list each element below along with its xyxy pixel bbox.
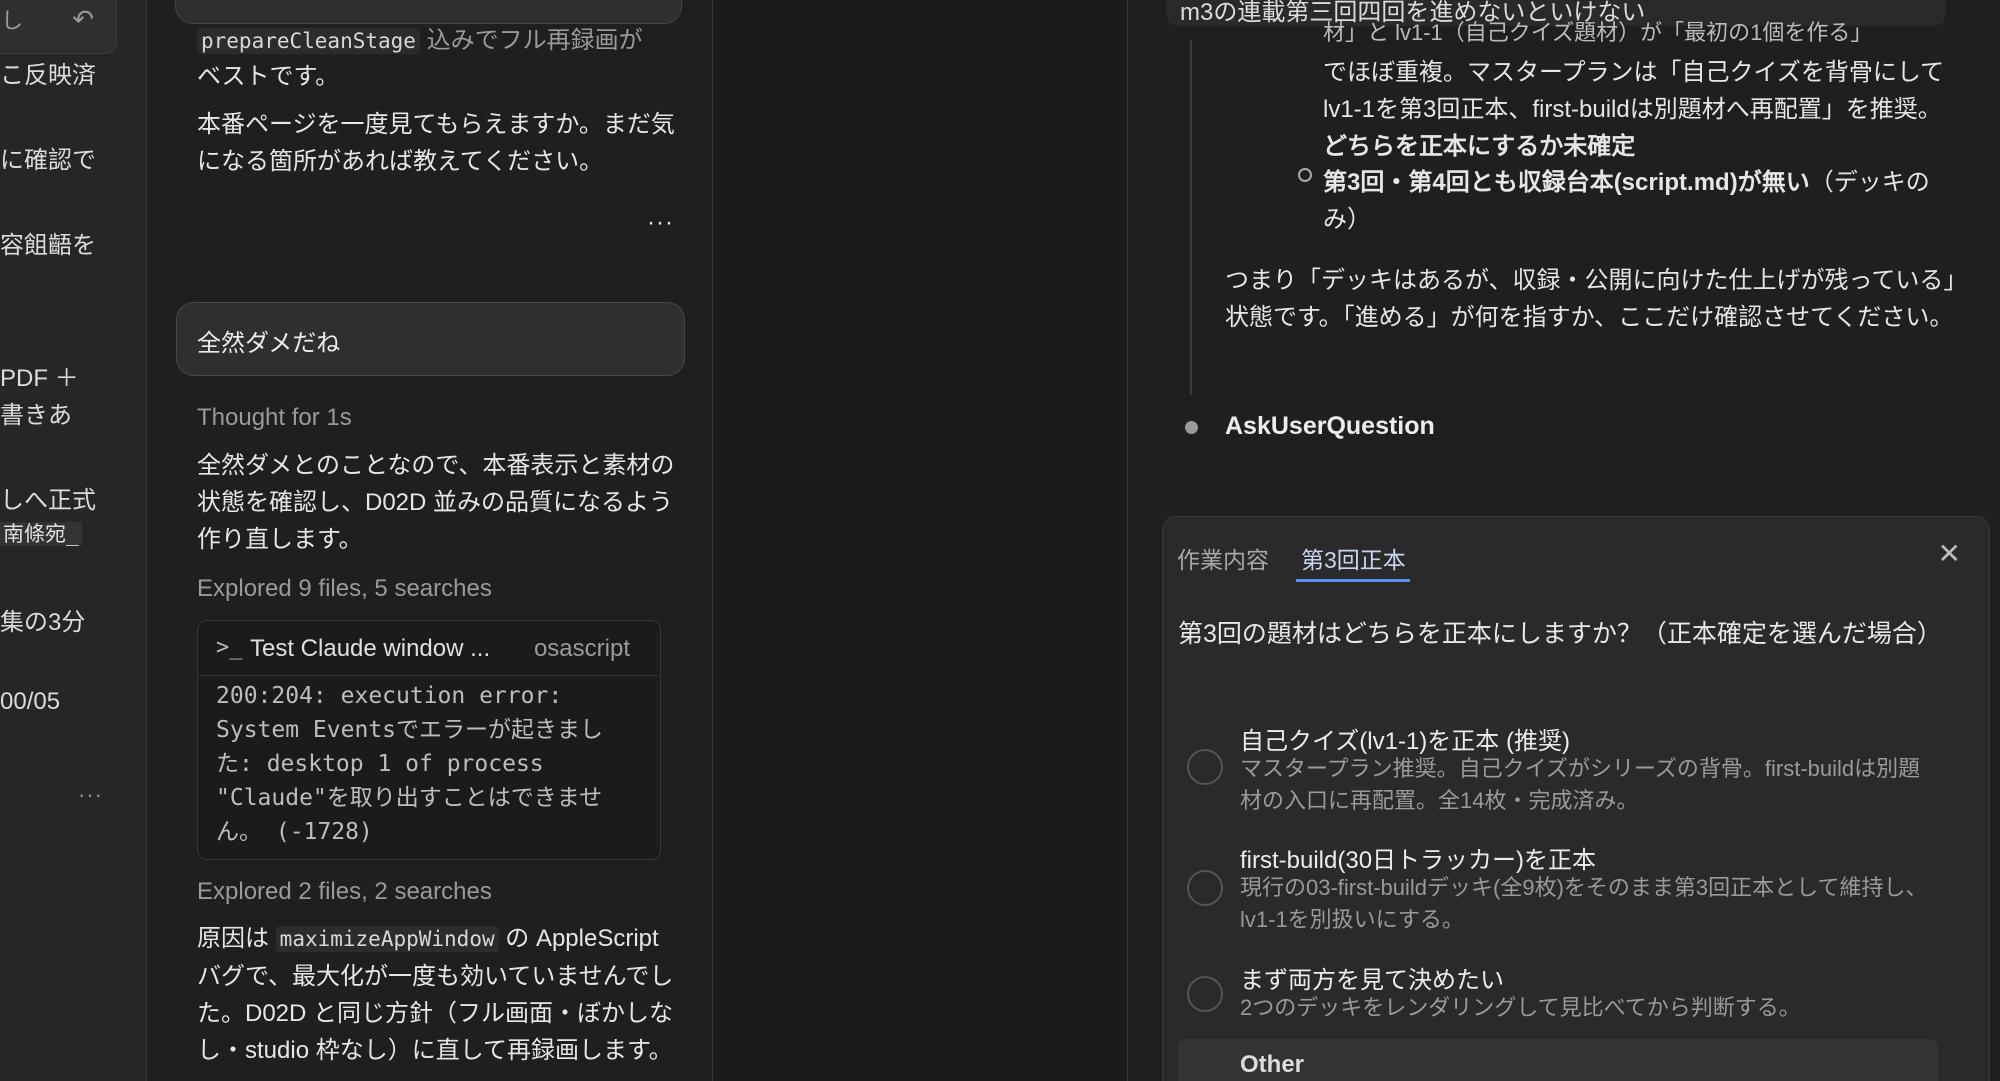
option-title: 自己クイズ(lv1-1)を正本 (推奨) — [1240, 728, 1570, 755]
analysis-paragraph: でほぼ重複。マスタープランは「自己クイズを背骨にしてlv1-1を第3回正本、fi… — [1323, 54, 1963, 165]
question-panel: 作業内容 第3回正本 ✕ 第3回の題材はどちらを正本にしますか？（正本確定を選ん… — [1162, 516, 1990, 1081]
thought-toggle[interactable]: Thought for 1s — [197, 399, 677, 436]
left-text-2: に確認で — [0, 147, 96, 174]
option-other[interactable]: Other — [1178, 1039, 1938, 1081]
option-first-build[interactable]: first-build(30日トラッカー)を正本 現行の03-first-bui… — [1178, 840, 1968, 932]
left-code-fragment: 南條宛_ — [0, 522, 82, 546]
ask-user-question-label[interactable]: AskUserQuestion — [1225, 412, 1435, 441]
assistant-reply: 全然ダメとのことなので、本番表示と素材の状態を確認し、D02D 並みの品質になる… — [197, 452, 675, 553]
left-text-6: しへ正式 — [0, 487, 96, 514]
tool-call-output: 200:204: execution error: System Eventsで… — [216, 683, 604, 845]
right-conversation: m3の連載第三回四回を進めないといけない 材」と lv1-1（自己クイズ題材）が… — [1128, 0, 2000, 1081]
user-message-bubble: 全然ダメだね — [176, 302, 685, 376]
assistant-paragraph-1-line2: ベストです。 — [197, 63, 340, 90]
option-description: マスタープラン推奨。自己クイズがシリーズの背骨。first-buildは別題材の… — [1240, 756, 1921, 813]
option-title: first-build(30日トラッカー)を正本 — [1240, 847, 1597, 874]
thread-line — [1190, 40, 1192, 395]
option-description: 現行の03-first-buildデッキ(全9枚)をそのまま第3回正本として維持… — [1240, 875, 1928, 932]
analysis-paragraph-text: でほぼ重複。マスタープランは「自己クイズを背骨にしてlv1-1を第3回正本、fi… — [1323, 59, 1945, 123]
user-message-text: 全然ダメだね — [197, 330, 341, 357]
option-title: まず両方を見て決めたい — [1240, 967, 1504, 994]
radio-button[interactable] — [1187, 870, 1223, 906]
tab-episode3-canon[interactable]: 第3回正本 — [1301, 541, 1406, 575]
history-button[interactable]: し ↶ — [0, 0, 117, 54]
option-description: 2つのデッキをレンダリングして見比べてから判断する。 — [1240, 995, 1801, 1020]
assistant-paragraph-3-lead: 原因は — [197, 925, 276, 952]
option-compare-both[interactable]: まず両方を見て決めたい 2つのデッキをレンダリングして見比べてから判断する。 — [1178, 960, 1968, 1030]
left-sidebar: し ↶ こ反映済 に確認で 容飷齬を PDF ＋ 書きあ しへ正式 南條宛_ 集… — [0, 0, 147, 1081]
more-options-icon[interactable]: ··· — [78, 782, 103, 808]
previous-message-bubble — [175, 0, 682, 24]
bullet-icon — [1298, 168, 1312, 182]
history-button-label: し — [1, 8, 24, 33]
chat-column: prepareCleanStage 込みでフル再録画が ベストです。 本番ページ… — [147, 0, 713, 1081]
summary-paragraph: つまり「デッキはあるが、収録・公開に向けた仕上げが残っている」状態です。「進める… — [1225, 267, 1956, 331]
message-actions-icon[interactable]: ··· — [647, 204, 674, 241]
explored-summary-1[interactable]: Explored 9 files, 5 searches — [197, 570, 677, 607]
explored-summary-2[interactable]: Explored 2 files, 2 searches — [197, 873, 677, 910]
assistant-paragraph-1-text: 込みでフル再録画が — [419, 27, 643, 54]
cutoff-line: 材」と lv1-1（自己クイズ題材）が「最初の1個を作る」 — [1323, 20, 1873, 45]
inline-code-maximizeAppWindow: maximizeAppWindow — [275, 926, 499, 952]
left-text-8: 集の3分 — [0, 609, 86, 636]
question-text: 第3回の題材はどちらを正本にしますか？（正本確定を選んだ場合） — [1178, 620, 1942, 648]
radio-button[interactable] — [1187, 976, 1223, 1012]
analysis-paragraph-bold: どちらを正本にするか未確定 — [1323, 133, 1636, 160]
tool-call-title: Test Claude window ... — [250, 635, 491, 662]
assistant-paragraph-2: 本番ページを一度見てもらえますか。まだ気になる箇所があれば教えてください。 — [197, 111, 675, 175]
assistant-paragraph-1: prepareCleanStage 込みでフル再録画が — [197, 22, 677, 60]
tab-work-content[interactable]: 作業内容 — [1177, 541, 1269, 575]
option-self-quiz[interactable]: 自己クイズ(lv1-1)を正本 (推奨) マスタープラン推奨。自己クイズがシリー… — [1178, 721, 1968, 813]
bullet-item-bold: 第3回・第4回とも収録台本(script.md)が無い — [1323, 169, 1810, 196]
left-text-3: 容飷齬を — [0, 232, 96, 259]
empty-pane — [713, 0, 1128, 1081]
left-text-1: こ反映済 — [0, 62, 96, 89]
bullet-item: 第3回・第4回とも収録台本(script.md)が無い（デッキのみ） — [1323, 164, 1963, 238]
option-other-label: Other — [1240, 1051, 1305, 1078]
inline-code-prepareCleanStage: prepareCleanStage — [197, 28, 420, 54]
undo-icon[interactable]: ↶ — [72, 4, 94, 35]
left-text-4: PDF ＋ — [0, 365, 79, 392]
left-text-9: 00/05 — [0, 688, 61, 715]
radio-button[interactable] — [1187, 749, 1223, 785]
close-icon[interactable]: ✕ — [1938, 537, 1961, 570]
assistant-paragraph-3: 原因は maximizeAppWindow の AppleScript バグで、… — [197, 920, 677, 1069]
active-tab-indicator — [1296, 579, 1410, 582]
left-text-5: 書きあ — [0, 402, 72, 429]
terminal-icon: >_ — [216, 635, 243, 660]
tool-call-card[interactable]: >_ Test Claude window ... osascript 200:… — [197, 620, 661, 860]
tool-call-kind: osascript — [533, 635, 630, 662]
tool-call-header[interactable]: >_ Test Claude window ... osascript — [198, 621, 660, 676]
tool-status-dot-icon — [1185, 421, 1198, 434]
